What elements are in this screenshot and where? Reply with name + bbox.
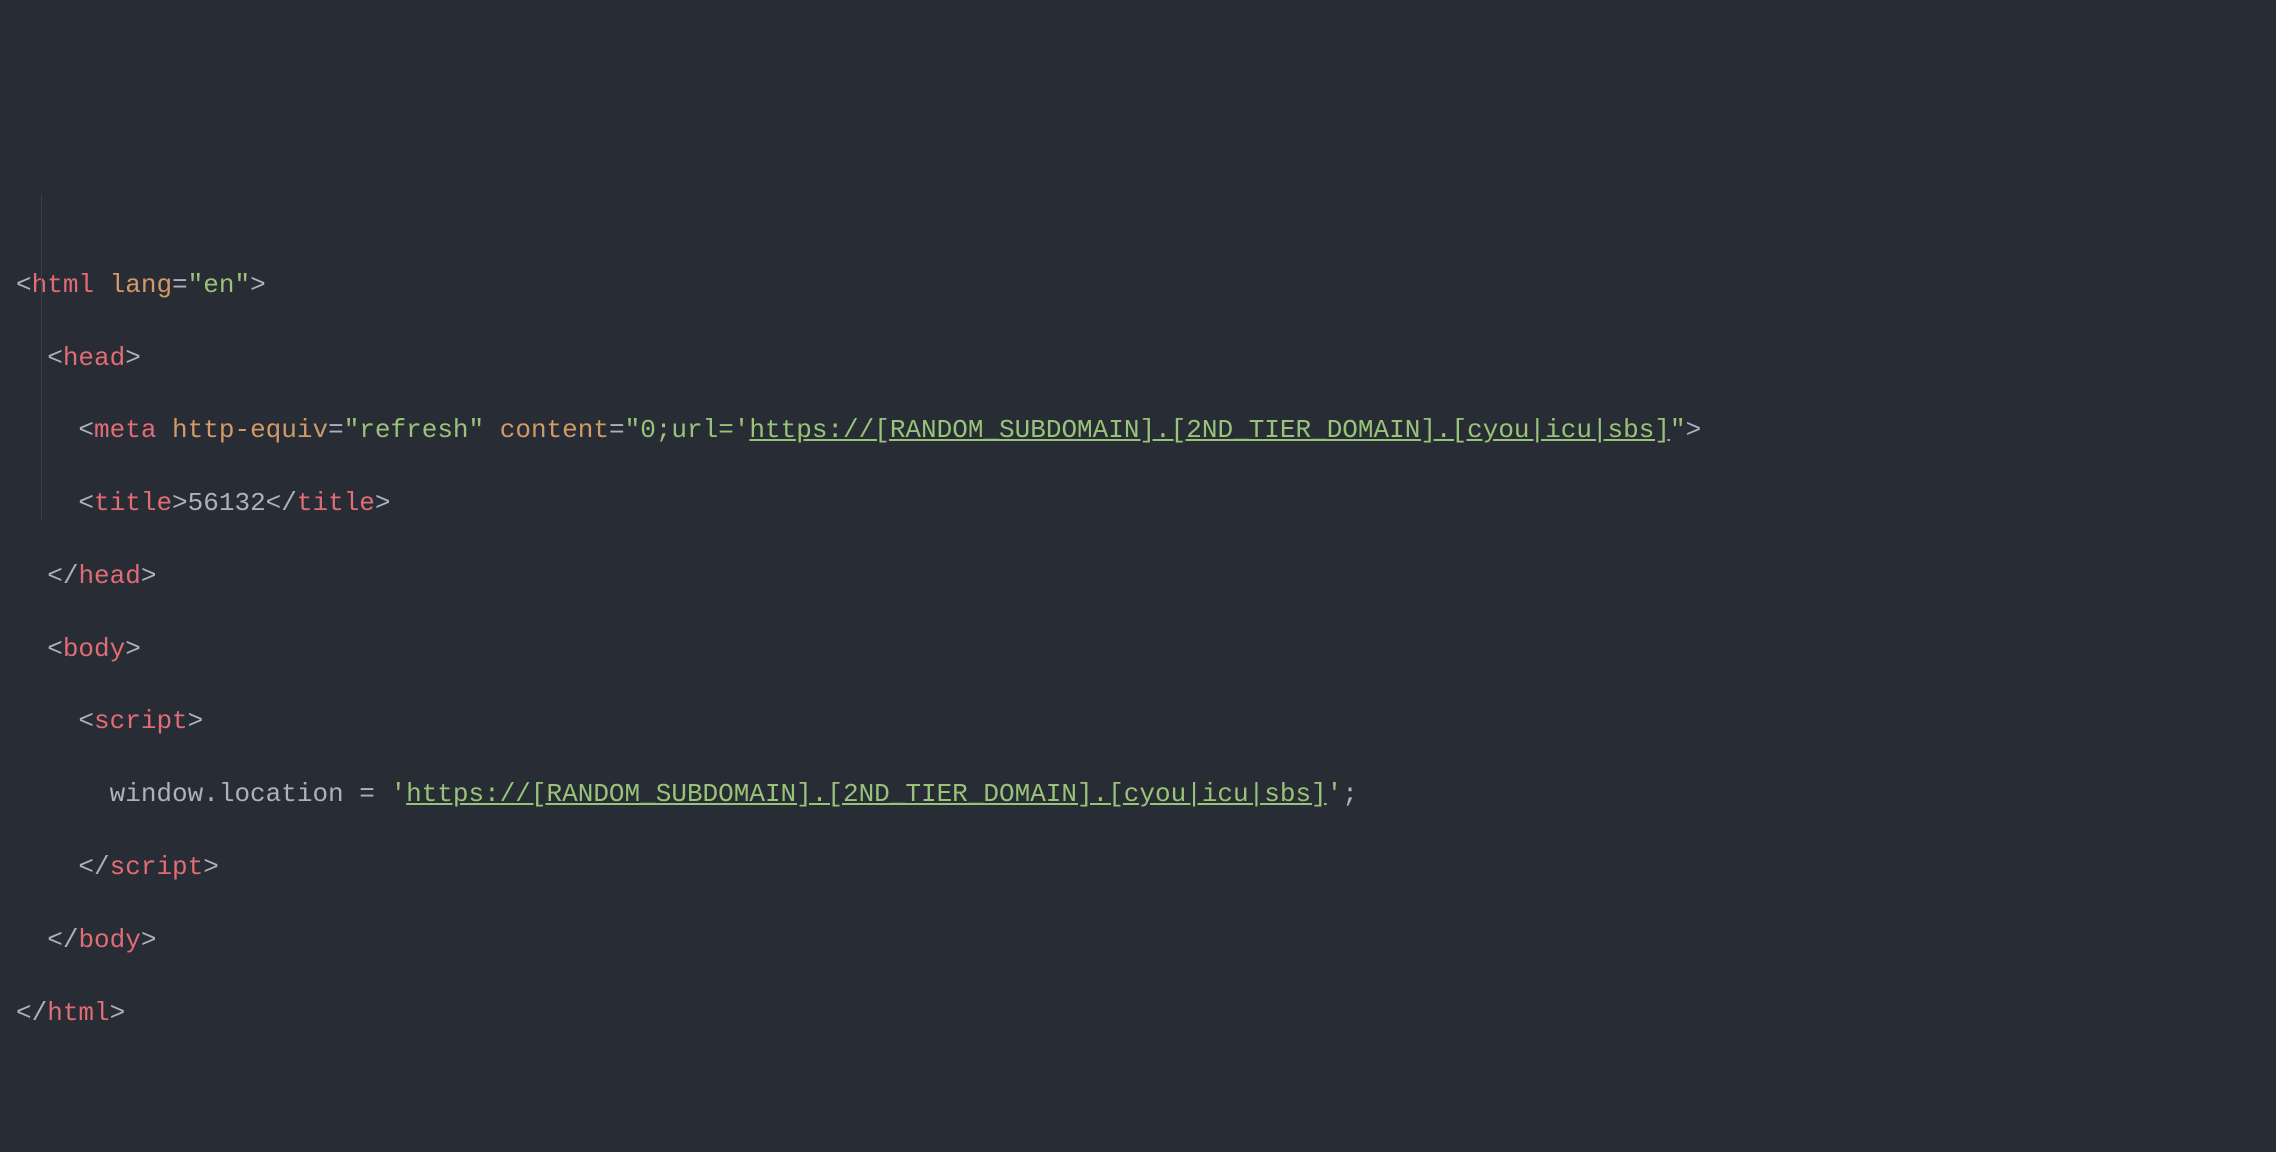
attr-content: content bbox=[484, 415, 609, 445]
equals: = bbox=[328, 415, 344, 445]
bracket-mid: > bbox=[172, 488, 188, 518]
js-code: window.location = bbox=[110, 779, 391, 809]
indent bbox=[16, 343, 47, 373]
tag-meta: meta bbox=[94, 415, 156, 445]
bracket-close: > bbox=[250, 270, 266, 300]
indent bbox=[16, 415, 78, 445]
bracket-open: < bbox=[47, 634, 63, 664]
url-value: https://[RANDOM_SUBDOMAIN].[2ND_TIER_DOM… bbox=[406, 779, 1327, 809]
bracket-close: > bbox=[110, 998, 126, 1028]
code-line-2: <head> bbox=[16, 340, 2260, 376]
bracket-open: < bbox=[47, 343, 63, 373]
indent bbox=[16, 634, 47, 664]
bracket-open: < bbox=[16, 270, 32, 300]
tag-title-close: title bbox=[297, 488, 375, 518]
code-line-7: <script> bbox=[16, 703, 2260, 739]
quote: " bbox=[344, 415, 360, 445]
attr-lang: lang bbox=[94, 270, 172, 300]
bracket-open: </ bbox=[16, 998, 47, 1028]
bracket-close: > bbox=[375, 488, 391, 518]
attr-value-prefix: 0;url=' bbox=[640, 415, 749, 445]
code-line-3: <meta http-equiv="refresh" content="0;ur… bbox=[16, 412, 2260, 448]
title-text: 56132 bbox=[188, 488, 266, 518]
code-line-6: <body> bbox=[16, 631, 2260, 667]
equals: = bbox=[609, 415, 625, 445]
code-line-1: <html lang="en"> bbox=[16, 267, 2260, 303]
quote: " bbox=[625, 415, 641, 445]
indent-guide bbox=[41, 194, 42, 521]
tag-html-close: html bbox=[47, 998, 109, 1028]
tag-script: script bbox=[94, 706, 188, 736]
attr-value: en bbox=[203, 270, 234, 300]
indent bbox=[16, 925, 47, 955]
tag-body: body bbox=[63, 634, 125, 664]
bracket-mid: </ bbox=[266, 488, 297, 518]
quote: " bbox=[1670, 415, 1686, 445]
tag-head: head bbox=[63, 343, 125, 373]
quote: ' bbox=[390, 779, 406, 809]
code-line-5: </head> bbox=[16, 558, 2260, 594]
bracket-close: > bbox=[203, 852, 219, 882]
bracket-open: </ bbox=[47, 925, 78, 955]
bracket-close: > bbox=[1686, 415, 1702, 445]
attr-value: refresh bbox=[359, 415, 468, 445]
code-editor[interactable]: <html lang="en"> <head> <meta http-equiv… bbox=[16, 158, 2260, 1068]
bracket-open: < bbox=[78, 706, 94, 736]
bracket-open: </ bbox=[78, 852, 109, 882]
bracket-open: < bbox=[78, 488, 94, 518]
tag-body-close: body bbox=[78, 925, 140, 955]
bracket-close: > bbox=[125, 634, 141, 664]
bracket-open: < bbox=[78, 415, 94, 445]
indent bbox=[16, 852, 78, 882]
quote: " bbox=[469, 415, 485, 445]
tag-title-open: title bbox=[94, 488, 172, 518]
bracket-close: > bbox=[125, 343, 141, 373]
code-line-10: </body> bbox=[16, 922, 2260, 958]
url-value: https://[RANDOM_SUBDOMAIN].[2ND_TIER_DOM… bbox=[749, 415, 1670, 445]
code-line-11: </html> bbox=[16, 995, 2260, 1031]
code-line-9: </script> bbox=[16, 849, 2260, 885]
indent bbox=[16, 779, 110, 809]
indent bbox=[16, 706, 78, 736]
bracket-close: > bbox=[141, 925, 157, 955]
semicolon: ; bbox=[1342, 779, 1358, 809]
code-line-8: window.location = 'https://[RANDOM_SUBDO… bbox=[16, 776, 2260, 812]
equals: = bbox=[172, 270, 188, 300]
tag-script-close: script bbox=[110, 852, 204, 882]
code-line-4: <title>56132</title> bbox=[16, 485, 2260, 521]
quote: ' bbox=[1327, 779, 1343, 809]
indent bbox=[16, 488, 78, 518]
attr-http-equiv: http-equiv bbox=[156, 415, 328, 445]
quote: " bbox=[234, 270, 250, 300]
bracket-close: > bbox=[188, 706, 204, 736]
quote: " bbox=[188, 270, 204, 300]
